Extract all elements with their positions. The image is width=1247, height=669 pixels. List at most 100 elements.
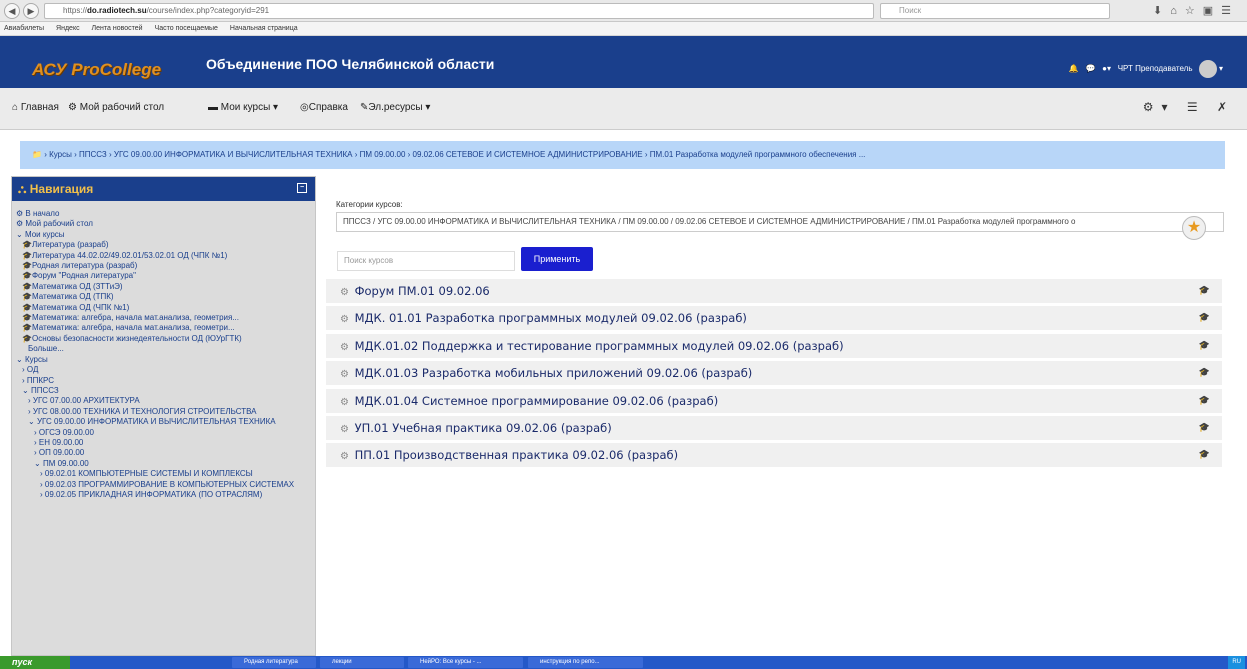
nav-item[interactable]: ⌄ УГС 09.00.00 ИНФОРМАТИКА И ВЫЧИСЛИТЕЛЬ… bbox=[16, 417, 311, 427]
graduation-cap-icon: 🎓 bbox=[1198, 450, 1210, 460]
graduation-cap-icon: 🎓 bbox=[1198, 313, 1210, 323]
nav-item[interactable]: 🎓Математика ОД (ТПК) bbox=[16, 292, 311, 302]
dashboard-icon: ⚙ bbox=[68, 102, 77, 113]
breadcrumb-item[interactable]: Курсы bbox=[49, 150, 72, 159]
browser-toolbar: ◀ ▶ https://do.radiotech.su/course/index… bbox=[0, 0, 1247, 22]
breadcrumb-item[interactable]: ПМ 09.00.00 bbox=[360, 150, 406, 159]
graduation-cap-icon: 🎓 bbox=[1198, 341, 1210, 351]
url-path: /course/index.php?categoryid=291 bbox=[146, 6, 270, 15]
taskbar-item[interactable]: Родная литература bbox=[232, 657, 316, 668]
start-button[interactable]: пуск bbox=[0, 656, 70, 669]
graduation-cap-icon: 🎓 bbox=[1198, 396, 1210, 406]
nav-item[interactable]: ⚙ Мой рабочий стол bbox=[16, 219, 311, 229]
user-name[interactable]: ЧРТ Преподаватель bbox=[1118, 64, 1193, 73]
nav-item[interactable]: 🎓Математика ОД (ЧПК №1) bbox=[16, 303, 311, 313]
menu-eresources[interactable]: ✎Эл.ресурсы ▾ bbox=[360, 102, 430, 113]
course-item[interactable]: ⚙ УП.01 Учебная практика 09.02.06 (разра… bbox=[326, 416, 1222, 440]
menu-right-icons[interactable]: ⚙▾ ☰ ✗ bbox=[1143, 100, 1235, 114]
course-icon: ⚙ bbox=[340, 424, 349, 435]
menu-help[interactable]: ◎Справка bbox=[300, 102, 348, 113]
taskbar-item[interactable]: лекции bbox=[320, 657, 404, 668]
nav-item[interactable]: 🎓Основы безопасности жизнедеятельности О… bbox=[16, 334, 311, 344]
bookmarks-bar: Авиабилеты Яндекс Лента новостей Часто п… bbox=[0, 22, 1247, 36]
nav-item[interactable]: › 09.02.01 КОМПЬЮТЕРНЫЕ СИСТЕМЫ И КОМПЛЕ… bbox=[16, 469, 311, 479]
navigation-tree: ⚙ В начало ⚙ Мой рабочий стол ⌄ Мои курс… bbox=[12, 201, 315, 500]
site-header: АСУ ProCollege Объединение ПОО Челябинск… bbox=[0, 36, 1247, 88]
breadcrumb-item[interactable]: ПМ.01 Разработка модулей программного об… bbox=[650, 150, 866, 159]
nav-item[interactable]: › ОП 09.00.00 bbox=[16, 448, 311, 458]
course-icon: ⚙ bbox=[340, 451, 349, 462]
courses-icon: ▬ bbox=[208, 102, 218, 113]
nav-item[interactable]: › 09.02.05 ПРИКЛАДНАЯ ИНФОРМАТИКА (ПО ОТ… bbox=[16, 490, 311, 500]
category-label: Категории курсов: bbox=[336, 200, 403, 209]
url-host: do.radiotech.su bbox=[87, 6, 147, 15]
category-select[interactable]: ППССЗ / УГС 09.00.00 ИНФОРМАТИКА И ВЫЧИС… bbox=[336, 212, 1224, 232]
course-item[interactable]: ⚙ МДК.01.02 Поддержка и тестирование про… bbox=[326, 334, 1222, 358]
course-item[interactable]: ⚙ МДК.01.03 Разработка мобильных приложе… bbox=[326, 361, 1222, 385]
address-bar[interactable]: https://do.radiotech.su/course/index.php… bbox=[44, 3, 874, 19]
taskbar-item[interactable]: инструкция по репо... bbox=[528, 657, 643, 668]
apply-button[interactable]: Применить bbox=[521, 247, 593, 271]
menu-my-courses[interactable]: ▬ Мои курсы ▾ bbox=[208, 102, 278, 113]
navigation-header: ⛬ Навигация − bbox=[12, 177, 315, 201]
sitemap-icon: ⛬ bbox=[18, 182, 27, 196]
breadcrumb-item[interactable]: ППССЗ bbox=[79, 150, 107, 159]
course-item[interactable]: ⚙ Форум ПМ.01 09.02.06 🎓 bbox=[326, 279, 1222, 303]
nav-item[interactable]: ⌄ ПМ 09.00.00 bbox=[16, 459, 311, 469]
star-icon[interactable]: ★ bbox=[1182, 216, 1206, 240]
os-taskbar: пуск Родная литература лекции НейРО: Все… bbox=[0, 656, 1247, 669]
globe-icon[interactable]: ●▾ bbox=[1102, 64, 1111, 73]
collapse-icon[interactable]: − bbox=[297, 183, 307, 193]
course-item[interactable]: ⚙ МДК.01.04 Системное программирование 0… bbox=[326, 389, 1222, 413]
course-item[interactable]: ⚙ МДК. 01.01 Разработка программных моду… bbox=[326, 306, 1222, 330]
course-icon: ⚙ bbox=[340, 287, 349, 298]
nav-item[interactable]: › ОГСЭ 09.00.00 bbox=[16, 428, 311, 438]
avatar[interactable] bbox=[1198, 60, 1217, 78]
course-icon: ⚙ bbox=[340, 314, 349, 325]
menu-dashboard[interactable]: ⚙ Мой рабочий стол bbox=[68, 102, 164, 113]
bookmark-item[interactable]: Лента новостей bbox=[92, 25, 143, 32]
nav-item[interactable]: 🎓Форум "Родная литература" bbox=[16, 271, 311, 281]
nav-item[interactable]: › ЕН 09.00.00 bbox=[16, 438, 311, 448]
bookmark-item[interactable]: Авиабилеты bbox=[4, 25, 44, 32]
menu-home[interactable]: ⌂ Главная bbox=[12, 102, 59, 113]
main-menubar: ⌂ Главная ⚙ Мой рабочий стол ▬ Мои курсы… bbox=[0, 88, 1247, 130]
nav-item[interactable]: 🎓Математика: алгебра, начала мат.анализа… bbox=[16, 323, 311, 333]
chat-icon[interactable]: 💬 bbox=[1086, 64, 1096, 73]
breadcrumb-item[interactable]: УГС 09.00.00 ИНФОРМАТИКА И ВЫЧИСЛИТЕЛЬНА… bbox=[114, 150, 353, 159]
nav-item[interactable]: › УГС 08.00.00 ТЕХНИКА И ТЕХНОЛОГИЯ СТРО… bbox=[16, 407, 311, 417]
taskbar-item[interactable]: НейРО: Все курсы - ... bbox=[408, 657, 523, 668]
bookmark-item[interactable]: Начальная страница bbox=[230, 25, 298, 32]
course-icon: ⚙ bbox=[340, 397, 349, 408]
back-icon[interactable]: ◀ bbox=[4, 3, 20, 19]
nav-item[interactable]: ⌄ ППССЗ bbox=[16, 386, 311, 396]
breadcrumb-item[interactable]: 09.02.06 СЕТЕВОЕ И СИСТЕМНОЕ АДМИНИСТРИР… bbox=[413, 150, 643, 159]
nav-item[interactable]: ⚙ В начало bbox=[16, 209, 311, 219]
nav-item[interactable]: › ОД bbox=[16, 365, 311, 375]
course-icon: ⚙ bbox=[340, 342, 349, 353]
nav-item[interactable]: › УГС 07.00.00 АРХИТЕКТУРА bbox=[16, 396, 311, 406]
course-item[interactable]: ⚙ ПП.01 Производственная практика 09.02.… bbox=[326, 443, 1222, 467]
nav-item[interactable]: ⌄ Курсы bbox=[16, 355, 311, 365]
nav-item[interactable]: 🎓Родная литература (разраб) bbox=[16, 261, 311, 271]
browser-toolbar-icons[interactable]: ⬇⌂☆▣☰ bbox=[1153, 4, 1239, 17]
nav-item[interactable]: Больше... bbox=[16, 344, 311, 354]
nav-item[interactable]: › ППКРС bbox=[16, 376, 311, 386]
site-logo[interactable]: АСУ ProCollege bbox=[32, 60, 161, 80]
bookmark-item[interactable]: Часто посещаемые bbox=[155, 25, 218, 32]
breadcrumb: 📁 › Курсы › ППССЗ › УГС 09.00.00 ИНФОРМА… bbox=[20, 141, 1225, 169]
nav-item[interactable]: 🎓Математика ОД (ЗТТиЭ) bbox=[16, 282, 311, 292]
nav-item[interactable]: 🎓Литература 44.02.02/49.02.01/53.02.01 О… bbox=[16, 251, 311, 261]
forward-icon[interactable]: ▶ bbox=[23, 3, 39, 19]
nav-item[interactable]: ⌄ Мои курсы bbox=[16, 230, 311, 240]
bell-icon[interactable]: 🔔 bbox=[1069, 64, 1079, 73]
user-menu[interactable]: 🔔 💬 ●▾ ЧРТ Преподаватель ▾ bbox=[1069, 60, 1223, 78]
nav-item[interactable]: › 09.02.03 ПРОГРАММИРОВАНИЕ В КОМПЬЮТЕРН… bbox=[16, 480, 311, 490]
nav-item[interactable]: 🎓Литература (разраб) bbox=[16, 240, 311, 250]
graduation-cap-icon: 🎓 bbox=[1198, 368, 1210, 378]
nav-item[interactable]: 🎓Математика: алгебра, начала мат.анализа… bbox=[16, 313, 311, 323]
browser-search-input[interactable]: Поиск bbox=[880, 3, 1110, 19]
system-tray[interactable]: RU bbox=[1228, 656, 1245, 669]
course-search-input[interactable]: Поиск курсов bbox=[337, 251, 515, 271]
bookmark-item[interactable]: Яндекс bbox=[56, 25, 80, 32]
